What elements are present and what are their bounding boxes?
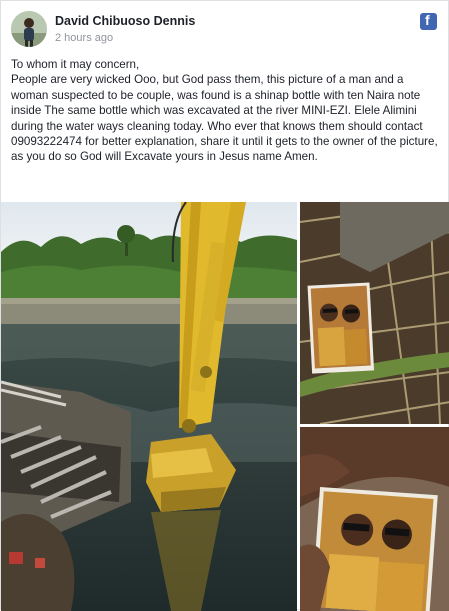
author-name[interactable]: David Chibuoso Dennis xyxy=(55,14,195,28)
post-text-paragraph: People are very wicked Ooo, but God pass… xyxy=(11,73,438,164)
excavator-river-photo[interactable] xyxy=(1,202,297,611)
post-header: David Chibuoso Dennis 2 hours ago f xyxy=(11,11,441,47)
facebook-icon: f xyxy=(420,12,437,30)
photo-grid xyxy=(1,202,449,611)
post-text-line: To whom it may concern, xyxy=(11,58,140,71)
post-text: To whom it may concern, People are very … xyxy=(11,57,441,165)
facebook-post: David Chibuoso Dennis 2 hours ago f To w… xyxy=(0,0,449,611)
photo-held-in-hand[interactable] xyxy=(300,427,449,611)
photo-among-reeds[interactable] xyxy=(300,202,449,424)
avatar[interactable] xyxy=(11,11,47,47)
post-timestamp[interactable]: 2 hours ago xyxy=(55,32,113,44)
